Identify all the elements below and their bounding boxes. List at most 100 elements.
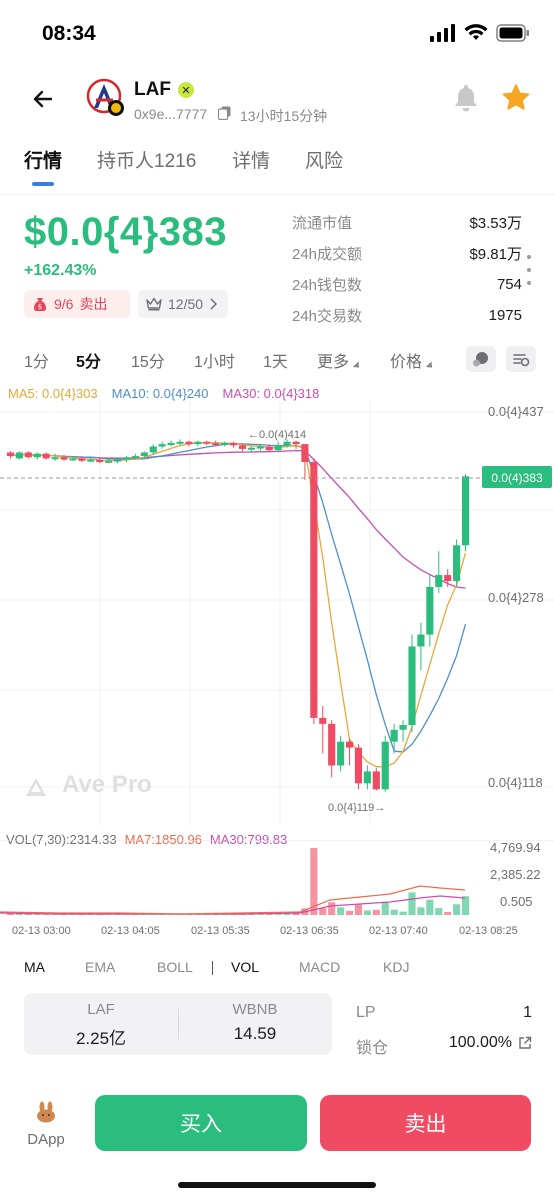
volume-bar <box>381 901 389 915</box>
candle <box>167 442 175 445</box>
volume-bar <box>328 902 336 915</box>
pool-token-a-amount: 2.25亿 <box>75 1029 127 1048</box>
candle <box>42 453 50 459</box>
ma5-line <box>10 442 467 768</box>
indicator-ma[interactable]: MA <box>24 959 45 975</box>
verified-badge-icon: ✕ <box>178 82 194 98</box>
indicator-boll[interactable]: BOLL <box>157 959 193 975</box>
settings-sliders-icon <box>513 354 530 367</box>
more-options-icon[interactable] <box>525 255 533 285</box>
ma30-label: MA30: 0.0{4}318 <box>222 386 320 401</box>
price-change: +162.43% <box>24 262 97 279</box>
candle <box>51 457 59 460</box>
pancake-bunny-icon <box>37 1101 55 1123</box>
candle <box>221 442 229 445</box>
alert-button[interactable] <box>450 82 482 114</box>
token-age: 13小时15分钟 <box>240 108 328 124</box>
money-bag-icon: $ <box>34 298 46 311</box>
stat-label: 24h交易数 <box>292 308 363 325</box>
volume-chart[interactable]: 4,769.94 2,385.22 0.505 02-13 03:00 02-1… <box>0 840 554 940</box>
volume-bar <box>408 892 416 915</box>
dapp-button[interactable]: DApp <box>22 1100 70 1148</box>
status-icons <box>430 24 530 42</box>
sell-button[interactable]: 卖出 <box>320 1095 531 1151</box>
divider <box>178 1009 179 1039</box>
candle <box>256 446 264 449</box>
indicator-vol[interactable]: VOL <box>231 959 259 975</box>
divider <box>212 961 213 975</box>
market-stats: 流通市值 $3.53万 24h成交额 $9.81万 24h钱包数 754 24h… <box>292 207 522 331</box>
candle <box>96 459 104 462</box>
timeframe-1h[interactable]: 1小时 <box>194 348 235 372</box>
candle <box>78 458 86 461</box>
candlestick-chart[interactable]: Ave Pro 0.0(4)383 0.0{4}437 0.0{4}278 0.… <box>0 400 554 825</box>
lp-label: LP <box>356 1004 376 1021</box>
candle <box>444 575 452 582</box>
volume-bar <box>292 913 300 915</box>
low-price-marker: 0.0{4}119→ <box>328 802 385 814</box>
candle <box>337 741 345 766</box>
candle <box>453 545 461 582</box>
volume-bar <box>426 899 434 915</box>
buy-button[interactable]: 买入 <box>95 1095 307 1151</box>
candle <box>105 460 113 463</box>
y-axis-label: 0.0{4}118 <box>488 775 543 790</box>
watermark: Ave Pro <box>26 771 152 798</box>
top-holder-badge[interactable]: 12/50 <box>138 290 228 318</box>
tab-market[interactable]: 行情 <box>24 146 62 173</box>
x-axis-label: 02-13 06:35 <box>280 925 339 937</box>
candle <box>345 741 354 748</box>
candle <box>274 445 282 451</box>
candle <box>426 586 434 635</box>
volume-bar <box>345 910 354 915</box>
top-holder-count: 12/50 <box>168 296 204 312</box>
price-mode-dropdown[interactable]: 价格 <box>390 348 433 372</box>
chart-tool-button[interactable] <box>466 346 496 372</box>
candle <box>372 771 380 790</box>
stat-label: 流通市值 <box>292 215 353 232</box>
candle <box>381 741 389 790</box>
candle <box>194 441 202 445</box>
ma10-label: MA10: 0.0{4}240 <box>111 386 209 401</box>
high-price-marker: ←0.0(4)414 <box>248 429 306 441</box>
timeframe-15m[interactable]: 15分 <box>131 348 165 372</box>
copy-icon[interactable] <box>218 106 232 120</box>
indicator-kdj[interactable]: KDJ <box>383 959 409 975</box>
candle <box>328 723 336 766</box>
back-button[interactable] <box>28 84 58 114</box>
x-axis-label: 02-13 05:35 <box>191 925 250 937</box>
candle <box>363 771 371 784</box>
candle <box>131 456 139 459</box>
candle <box>176 441 184 444</box>
volume-bar <box>390 909 398 915</box>
lock-value-link[interactable]: 100.00% <box>449 1034 532 1052</box>
bell-icon <box>455 85 477 112</box>
candle <box>461 476 470 546</box>
indicator-macd[interactable]: MACD <box>299 959 340 975</box>
chart-settings-button[interactable] <box>506 346 536 372</box>
favorite-button[interactable] <box>500 82 532 114</box>
token-logo <box>86 78 124 116</box>
volume-bar <box>337 907 345 915</box>
timeframe-1m[interactable]: 1分 <box>24 348 49 372</box>
candle <box>417 634 425 647</box>
buy-sell-count-badge[interactable]: $ 9/6 卖出 <box>24 290 130 318</box>
bottom-action-bar: DApp 买入 卖出 <box>0 1082 554 1200</box>
volume-bar <box>453 904 461 915</box>
volume-bar <box>354 904 363 915</box>
tab-details[interactable]: 详情 <box>232 146 270 173</box>
ma-legend: MA5: 0.0{4}303 MA10: 0.0{4}240 MA30: 0.0… <box>8 386 319 401</box>
candle <box>87 459 95 462</box>
stat-row: 24h交易数 1975 <box>292 300 522 331</box>
chevron-right-icon <box>210 298 218 310</box>
volume-bar <box>435 908 443 915</box>
timeframe-more-dropdown[interactable]: 更多 <box>317 348 360 372</box>
current-price: $0.0{4}383 <box>24 210 227 254</box>
tab-risk[interactable]: 风险 <box>305 146 343 173</box>
candle <box>113 459 122 462</box>
tab-holders[interactable]: 持币人1216 <box>97 146 196 173</box>
indicator-ema[interactable]: EMA <box>85 959 115 975</box>
candle <box>185 441 193 445</box>
timeframe-1d[interactable]: 1天 <box>263 348 288 372</box>
timeframe-5m[interactable]: 5分 <box>76 348 101 372</box>
